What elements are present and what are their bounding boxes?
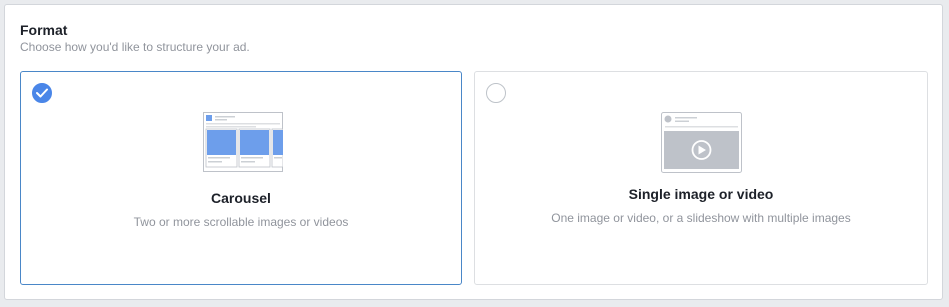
- carousel-label: Carousel: [211, 190, 271, 206]
- checkmark-icon: [36, 88, 48, 98]
- format-option-carousel[interactable]: Carousel Two or more scrollable images o…: [20, 71, 462, 285]
- carousel-preview-icon: [203, 112, 283, 172]
- radio-unchecked-icon[interactable]: [486, 83, 506, 103]
- format-panel: Format Choose how you'd like to structur…: [4, 4, 943, 300]
- format-option-single-image-or-video[interactable]: Single image or video One image or video…: [474, 71, 928, 285]
- carousel-description: Two or more scrollable images or videos: [133, 215, 349, 229]
- single-image-or-video-label: Single image or video: [628, 186, 774, 202]
- format-subtitle: Choose how you'd like to structure your …: [20, 40, 250, 54]
- radio-checked-icon[interactable]: [32, 83, 52, 103]
- single-image-or-video-description: One image or video, or a slideshow with …: [551, 211, 851, 225]
- format-title: Format: [20, 22, 68, 38]
- single-video-preview-icon: [661, 112, 742, 173]
